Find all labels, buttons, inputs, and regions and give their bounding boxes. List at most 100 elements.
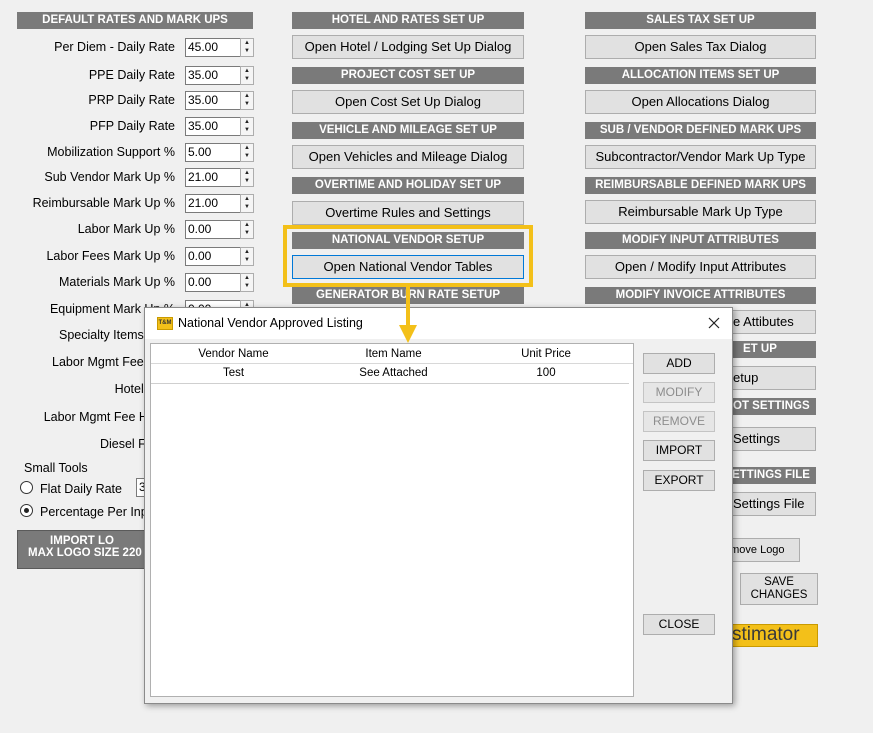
rate-label: Mobilization Support % xyxy=(47,145,175,159)
spin-up-icon[interactable]: ▲ xyxy=(241,274,253,282)
rate-field[interactable]: 35.00 xyxy=(185,117,241,136)
spin-down-icon[interactable]: ▼ xyxy=(241,229,253,237)
remove-button[interactable]: REMOVE xyxy=(643,411,715,432)
national-vendor-button[interactable]: Open National Vendor Tables xyxy=(292,255,524,279)
save-changes-button[interactable]: SAVE CHANGES xyxy=(740,573,818,605)
spin-down-icon[interactable]: ▼ xyxy=(241,282,253,290)
reimbursable-button[interactable]: Reimbursable Mark Up Type xyxy=(585,200,816,224)
vehicle-button[interactable]: Open Vehicles and Mileage Dialog xyxy=(292,145,524,169)
rate-spinner[interactable]: ▲▼ xyxy=(240,38,254,57)
vehicle-header: VEHICLE AND MILEAGE SET UP xyxy=(292,122,524,139)
spin-up-icon[interactable]: ▲ xyxy=(241,67,253,75)
dialog-title-bar: T&M National Vendor Approved Listing xyxy=(145,308,732,339)
rate-spinner[interactable]: ▲▼ xyxy=(240,194,254,213)
reimbursable-header: REIMBURSABLE DEFINED MARK UPS xyxy=(585,177,816,194)
sub-vendor-button[interactable]: Subcontractor/Vendor Mark Up Type xyxy=(585,145,816,169)
rate-spinner[interactable]: ▲▼ xyxy=(240,247,254,266)
project-cost-header: PROJECT COST SET UP xyxy=(292,67,524,84)
spin-down-icon[interactable]: ▼ xyxy=(241,126,253,134)
spin-down-icon[interactable]: ▼ xyxy=(241,177,253,185)
rate-spinner[interactable]: ▲▼ xyxy=(240,117,254,136)
spin-up-icon[interactable]: ▲ xyxy=(241,39,253,47)
project-cost-button[interactable]: Open Cost Set Up Dialog xyxy=(292,90,524,114)
small-tools-label: Small Tools xyxy=(24,461,88,475)
spin-down-icon[interactable]: ▼ xyxy=(241,75,253,83)
spin-down-icon[interactable]: ▼ xyxy=(241,256,253,264)
overtime-button[interactable]: Overtime Rules and Settings xyxy=(292,201,524,225)
app-icon: T&M xyxy=(157,317,173,330)
spin-down-icon[interactable]: ▼ xyxy=(241,47,253,55)
default-rates-header: DEFAULT RATES AND MARK UPS xyxy=(17,12,253,29)
cell-price: 100 xyxy=(536,367,556,379)
rate-label: Materials Mark Up % xyxy=(59,275,175,289)
rate-spinner[interactable]: ▲▼ xyxy=(240,143,254,162)
modify-input-header: MODIFY INPUT ATTRIBUTES xyxy=(585,232,816,249)
allocation-header: ALLOCATION ITEMS SET UP xyxy=(585,67,816,84)
spin-up-icon[interactable]: ▲ xyxy=(241,118,253,126)
estimator-logo: stimator xyxy=(720,624,818,647)
rate-field[interactable]: 0.00 xyxy=(185,220,241,239)
rate-field[interactable]: 0.00 xyxy=(185,247,241,266)
rate-field[interactable]: 0.00 xyxy=(185,273,241,292)
rate-field[interactable]: 5.00 xyxy=(185,143,241,162)
hotel-button[interactable]: Open Hotel / Lodging Set Up Dialog xyxy=(292,35,524,59)
rate-field[interactable]: 21.00 xyxy=(185,168,241,187)
national-vendor-dialog: T&M National Vendor Approved Listing Ven… xyxy=(144,307,733,704)
hotel-header: HOTEL AND RATES SET UP xyxy=(292,12,524,29)
radio-percentage-label: Percentage Per Inp xyxy=(40,505,148,519)
spin-up-icon[interactable]: ▲ xyxy=(241,144,253,152)
export-button[interactable]: EXPORT xyxy=(643,470,715,491)
sub-vendor-header: SUB / VENDOR DEFINED MARK UPS xyxy=(585,122,816,139)
modify-invoice-header: MODIFY INVOICE ATTRIBUTES xyxy=(585,287,816,304)
rate-spinner[interactable]: ▲▼ xyxy=(240,91,254,110)
column-item-name[interactable]: Item Name xyxy=(316,348,471,360)
radio-percentage[interactable] xyxy=(20,504,33,517)
radio-flat-daily-rate-label: Flat Daily Rate xyxy=(40,482,122,496)
spin-up-icon[interactable]: ▲ xyxy=(241,195,253,203)
national-vendor-header: NATIONAL VENDOR SETUP xyxy=(292,232,524,249)
save-changes-line1: SAVE xyxy=(764,576,794,588)
allocation-button[interactable]: Open Allocations Dialog xyxy=(585,90,816,114)
column-vendor-name[interactable]: Vendor Name xyxy=(151,348,316,360)
sales-tax-header: SALES TAX SET UP xyxy=(585,12,816,29)
rate-spinner[interactable]: ▲▼ xyxy=(240,273,254,292)
rate-spinner[interactable]: ▲▼ xyxy=(240,220,254,239)
rate-spinner[interactable]: ▲▼ xyxy=(240,168,254,187)
spin-up-icon[interactable]: ▲ xyxy=(241,221,253,229)
import-button[interactable]: IMPORT xyxy=(643,440,715,461)
import-logo-line2: MAX LOGO SIZE 220 xyxy=(28,547,142,559)
spin-up-icon[interactable]: ▲ xyxy=(241,92,253,100)
spin-down-icon[interactable]: ▼ xyxy=(241,152,253,160)
import-logo-button[interactable]: IMPORT LO MAX LOGO SIZE 220 xyxy=(17,530,147,569)
sales-tax-button[interactable]: Open Sales Tax Dialog xyxy=(585,35,816,59)
spin-down-icon[interactable]: ▼ xyxy=(241,203,253,211)
rate-label: PPE Daily Rate xyxy=(88,68,175,82)
spin-up-icon[interactable]: ▲ xyxy=(241,169,253,177)
table-row[interactable]: Test See Attached 100 xyxy=(151,366,629,384)
vendor-list[interactable]: Vendor Name Item Name Unit Price Test Se… xyxy=(150,343,634,697)
radio-selected-dot xyxy=(24,508,29,513)
rate-field[interactable]: 21.00 xyxy=(185,194,241,213)
modify-input-button[interactable]: Open / Modify Input Attributes xyxy=(585,255,816,279)
rate-field[interactable]: 35.00 xyxy=(185,66,241,85)
spin-up-icon[interactable]: ▲ xyxy=(241,248,253,256)
spin-down-icon[interactable]: ▼ xyxy=(241,100,253,108)
rate-label: Per Diem - Daily Rate xyxy=(54,40,175,54)
column-unit-price[interactable]: Unit Price xyxy=(471,348,621,360)
add-button[interactable]: ADD xyxy=(643,353,715,374)
import-logo-line1: IMPORT LO xyxy=(50,535,114,547)
rate-label: PFP Daily Rate xyxy=(89,119,175,133)
modify-button[interactable]: MODIFY xyxy=(643,382,715,403)
rate-label: Reimbursable Mark Up % xyxy=(32,196,175,210)
rate-spinner[interactable]: ▲▼ xyxy=(240,66,254,85)
close-x-icon[interactable] xyxy=(700,310,728,336)
rate-label: PRP Daily Rate xyxy=(88,93,175,107)
rate-field[interactable]: 45.00 xyxy=(185,38,241,57)
radio-flat-daily-rate[interactable] xyxy=(20,481,33,494)
rate-label: Labor Mark Up % xyxy=(77,222,175,236)
rate-field[interactable]: 35.00 xyxy=(185,91,241,110)
close-button[interactable]: CLOSE xyxy=(643,614,715,635)
estimator-logo-text: stimator xyxy=(732,624,800,645)
overtime-header: OVERTIME AND HOLIDAY SET UP xyxy=(292,177,524,194)
rate-label: Sub Vendor Mark Up % xyxy=(44,170,175,184)
